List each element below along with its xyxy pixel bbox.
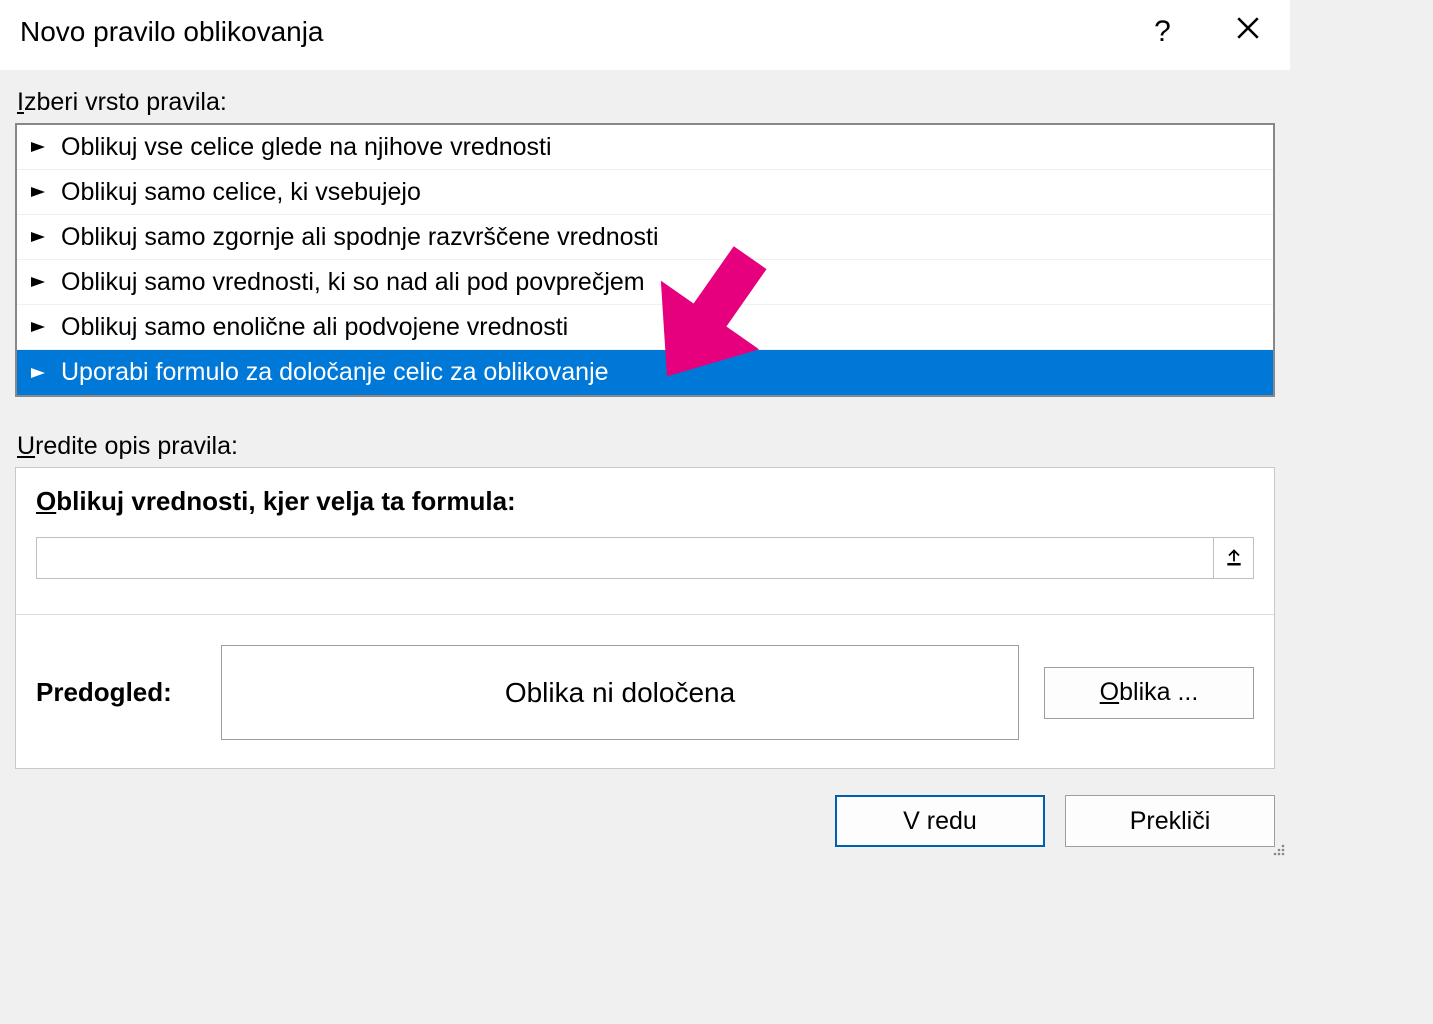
range-selector-button[interactable] <box>1213 538 1253 578</box>
preview-label: Predogled: <box>36 677 196 708</box>
rule-type-label: Uporabi formulo za določanje celic za ob… <box>61 358 609 387</box>
rule-type-label: Oblikuj samo zgornje ali spodnje razvršč… <box>61 223 659 252</box>
edit-rule-description-label: Uredite opis pravila: <box>15 432 1275 461</box>
rule-bullet-icon <box>31 367 51 379</box>
rule-type-item[interactable]: Oblikuj vse celice glede na njihove vred… <box>17 125 1273 170</box>
rule-bullet-icon <box>31 141 51 153</box>
rule-type-label: Oblikuj samo enolične ali podvojene vred… <box>61 313 568 342</box>
rule-bullet-icon <box>31 276 51 288</box>
close-icon <box>1235 15 1261 41</box>
divider <box>16 614 1274 615</box>
rule-bullet-icon <box>31 231 51 243</box>
rule-bullet-icon <box>31 186 51 198</box>
rule-type-item[interactable]: Oblikuj samo vrednosti, ki so nad ali po… <box>17 260 1273 305</box>
rule-type-item[interactable]: Oblikuj samo enolične ali podvojene vred… <box>17 305 1273 350</box>
collapse-dialog-icon <box>1224 548 1244 568</box>
format-button[interactable]: Oblika ... <box>1044 667 1254 719</box>
formula-input-row <box>36 537 1254 579</box>
rule-type-item[interactable]: Oblikuj samo zgornje ali spodnje razvršč… <box>17 215 1273 260</box>
rule-type-label: Oblikuj samo celice, ki vsebujejo <box>61 178 421 207</box>
cancel-button[interactable]: Prekliči <box>1065 795 1275 847</box>
rule-type-label: Oblikuj samo vrednosti, ki so nad ali po… <box>61 268 645 297</box>
rule-type-item[interactable]: Oblikuj samo celice, ki vsebujejo <box>17 170 1273 215</box>
dialog-button-row: V redu Prekliči <box>0 777 1290 859</box>
preview-row: Predogled: Oblika ni določena Oblika ... <box>36 645 1254 740</box>
rule-description-box: Oblikuj vrednosti, kjer velja ta formula… <box>15 467 1275 769</box>
close-button[interactable] <box>1225 15 1270 49</box>
resize-grip-icon[interactable] <box>1270 841 1286 857</box>
formula-input[interactable] <box>37 538 1213 578</box>
edit-rule-description-section: Uredite opis pravila: Oblikuj vrednosti,… <box>15 432 1275 769</box>
select-rule-type-label: Izberi vrsto pravila: <box>15 88 1275 117</box>
titlebar: Novo pravilo oblikovanja ? <box>0 0 1290 70</box>
rule-type-list[interactable]: Oblikuj vse celice glede na njihove vred… <box>15 123 1275 397</box>
rule-bullet-icon <box>31 321 51 333</box>
rule-type-label: Oblikuj vse celice glede na njihove vred… <box>61 133 552 162</box>
help-button[interactable]: ? <box>1140 15 1185 49</box>
format-values-where-label: Oblikuj vrednosti, kjer velja ta formula… <box>36 486 1254 517</box>
dialog-title: Novo pravilo oblikovanja <box>20 16 1140 48</box>
rule-type-item[interactable]: Uporabi formulo za določanje celic za ob… <box>17 350 1273 395</box>
preview-box: Oblika ni določena <box>221 645 1019 740</box>
titlebar-controls: ? <box>1140 15 1270 49</box>
dialog-content: Izberi vrsto pravila: Oblikuj vse celice… <box>0 70 1290 777</box>
dialog-new-formatting-rule: Novo pravilo oblikovanja ? Izberi vrsto … <box>0 0 1290 859</box>
ok-button[interactable]: V redu <box>835 795 1045 847</box>
